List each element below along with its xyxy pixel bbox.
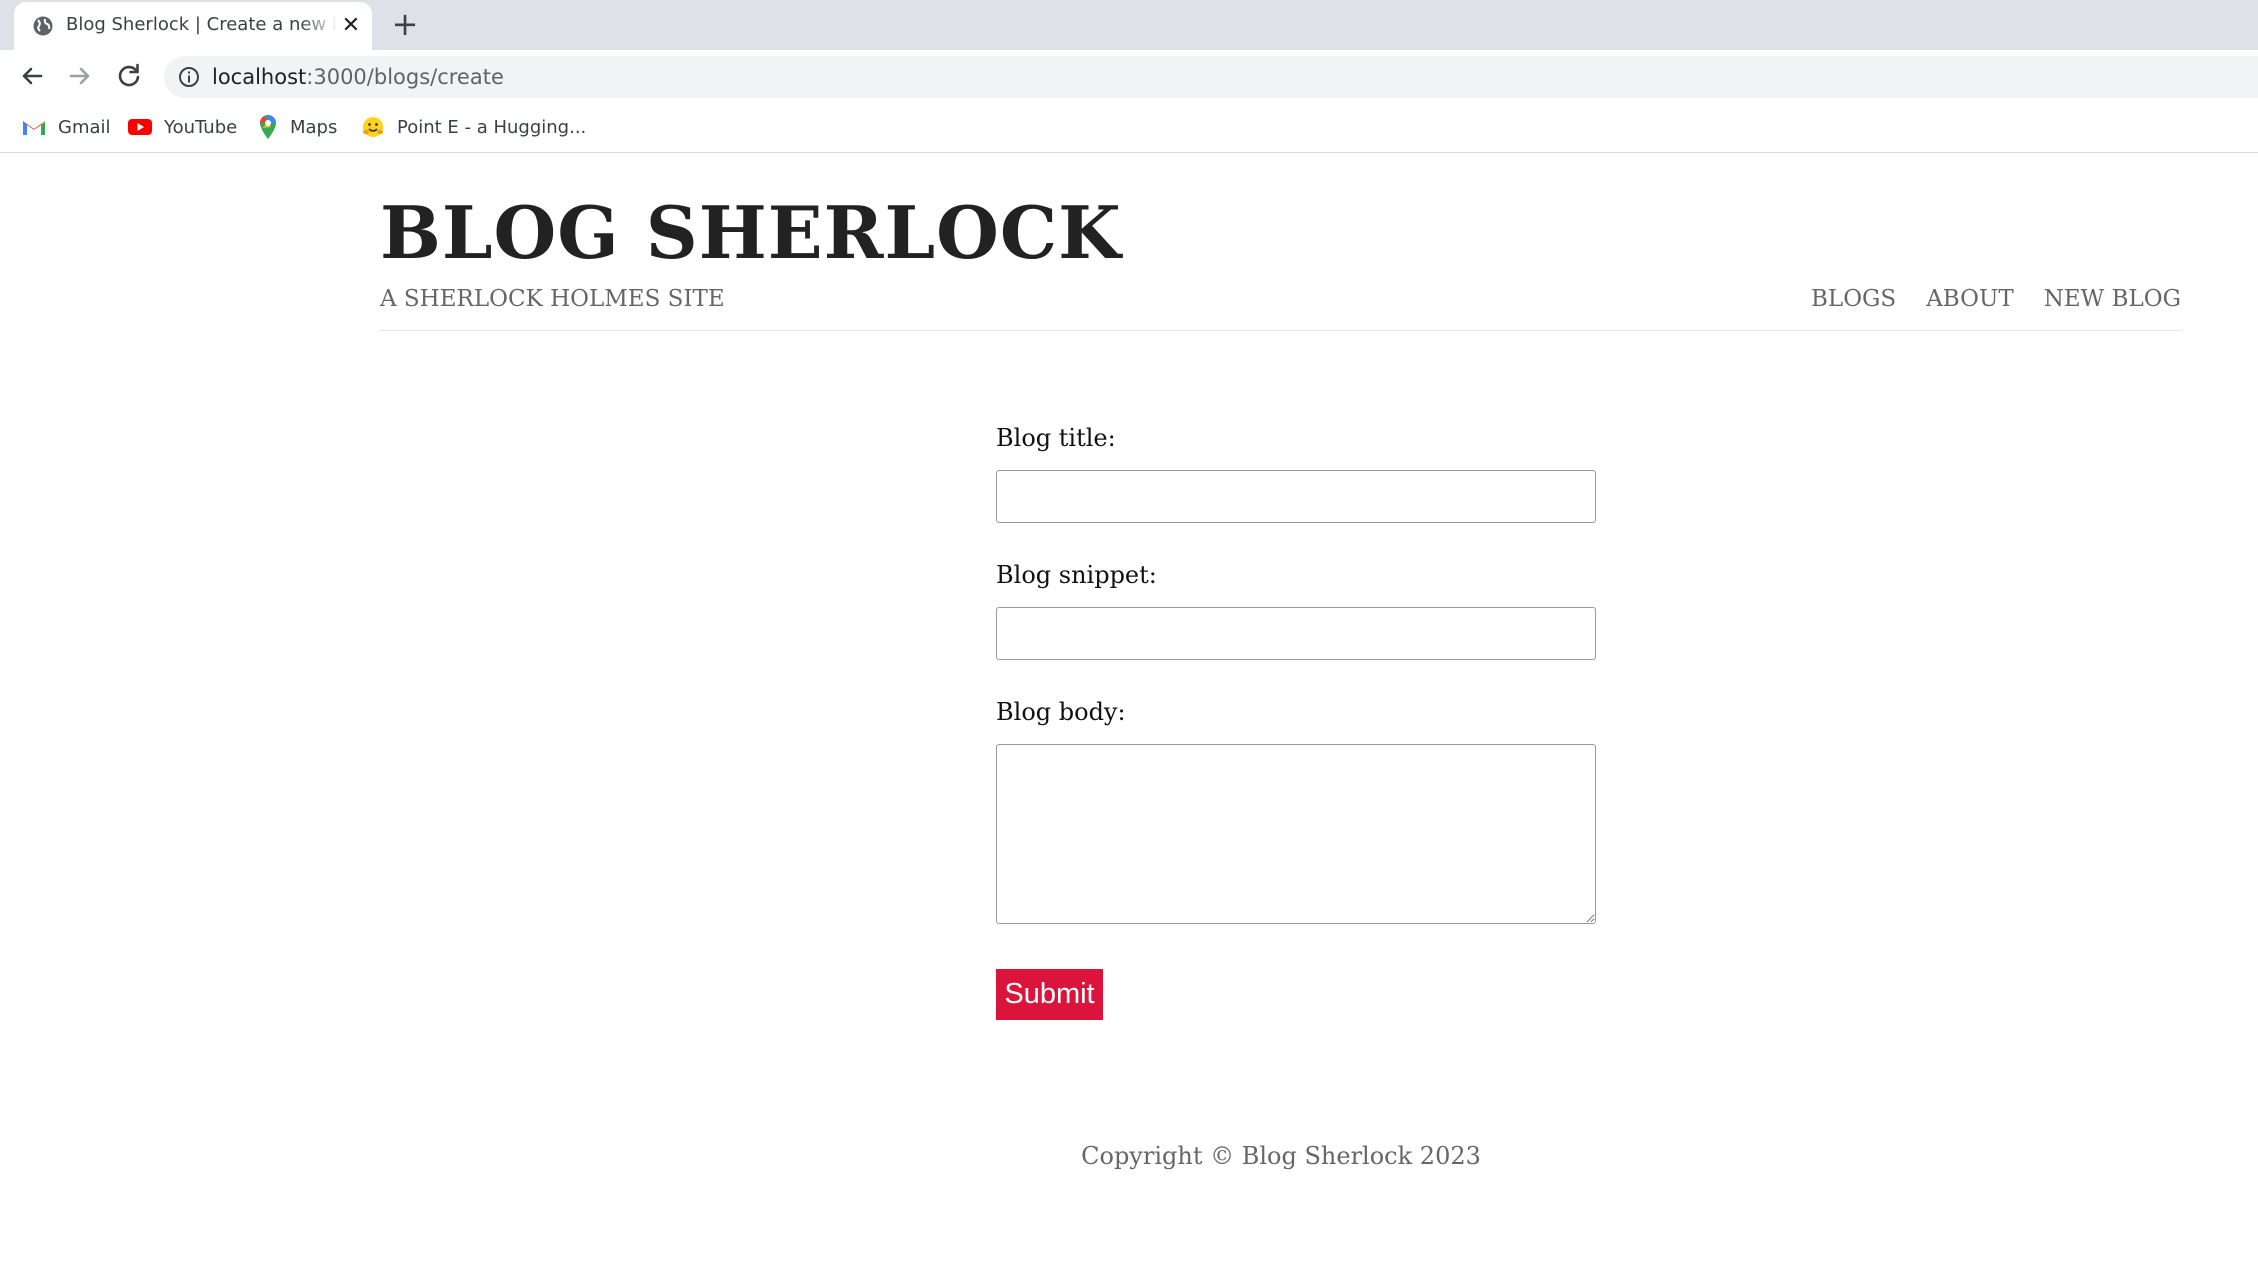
- nav-link-blogs[interactable]: BLOGS: [1811, 286, 1896, 312]
- bookmark-gmail[interactable]: Gmail: [22, 114, 111, 140]
- footer-copyright: Copyright © Blog Sherlock 2023: [1081, 1142, 1481, 1170]
- nav-link-new-blog[interactable]: NEW BLOG: [2044, 286, 2181, 312]
- youtube-icon: [128, 119, 152, 135]
- globe-icon: [33, 16, 53, 36]
- header-divider: [380, 330, 2182, 331]
- new-tab-button[interactable]: +: [390, 8, 420, 40]
- address-bar[interactable]: localhost:3000/blogs/create: [164, 56, 2258, 98]
- close-tab-icon[interactable]: ✕: [340, 15, 362, 37]
- site-subtitle: A SHERLOCK HOLMES SITE: [380, 286, 725, 312]
- url-path: :3000/blogs/create: [306, 65, 504, 89]
- bookmark-label: Point E - a Hugging...: [397, 116, 587, 138]
- blog-snippet-label: Blog snippet:: [996, 561, 1157, 589]
- browser-toolbar: localhost:3000/blogs/create: [0, 50, 2258, 102]
- site-nav: BLOGS ABOUT NEW BLOG: [1811, 286, 2181, 312]
- back-arrow-icon[interactable]: [15, 59, 49, 93]
- blog-snippet-input[interactable]: [996, 607, 1596, 660]
- browser-tab[interactable]: Blog Sherlock | Create a new blog ✕: [14, 2, 372, 50]
- reload-icon[interactable]: [112, 59, 146, 93]
- blog-body-textarea[interactable]: [996, 744, 1596, 924]
- bookmark-maps[interactable]: Maps: [258, 114, 337, 140]
- url-host: localhost: [212, 65, 307, 89]
- tab-title: Blog Sherlock | Create a new blog: [66, 14, 338, 35]
- maps-icon: [259, 115, 276, 139]
- bookmarks-bar: Gmail YouTube Maps Point E - a Hugging..…: [0, 102, 2258, 153]
- nav-link-about[interactable]: ABOUT: [1926, 286, 2014, 312]
- bookmark-point-e[interactable]: Point E - a Hugging...: [361, 114, 586, 140]
- browser-tab-strip: Blog Sherlock | Create a new blog ✕ +: [0, 0, 2258, 50]
- info-icon[interactable]: [178, 66, 200, 88]
- bookmark-youtube[interactable]: YouTube: [128, 114, 237, 140]
- bookmark-label: YouTube: [164, 116, 238, 138]
- blog-title-input[interactable]: [996, 470, 1596, 523]
- site-title: BLOG SHERLOCK: [380, 190, 1122, 275]
- hugging-face-icon: [363, 117, 383, 137]
- bookmark-label: Gmail: [58, 116, 111, 138]
- gmail-icon: [23, 121, 45, 135]
- url-text[interactable]: localhost:3000/blogs/create: [212, 65, 504, 89]
- submit-button[interactable]: Submit: [996, 969, 1103, 1020]
- bookmark-label: Maps: [290, 116, 338, 138]
- forward-arrow-icon[interactable]: [63, 59, 97, 93]
- blog-title-label: Blog title:: [996, 424, 1116, 452]
- blog-body-label: Blog body:: [996, 698, 1126, 726]
